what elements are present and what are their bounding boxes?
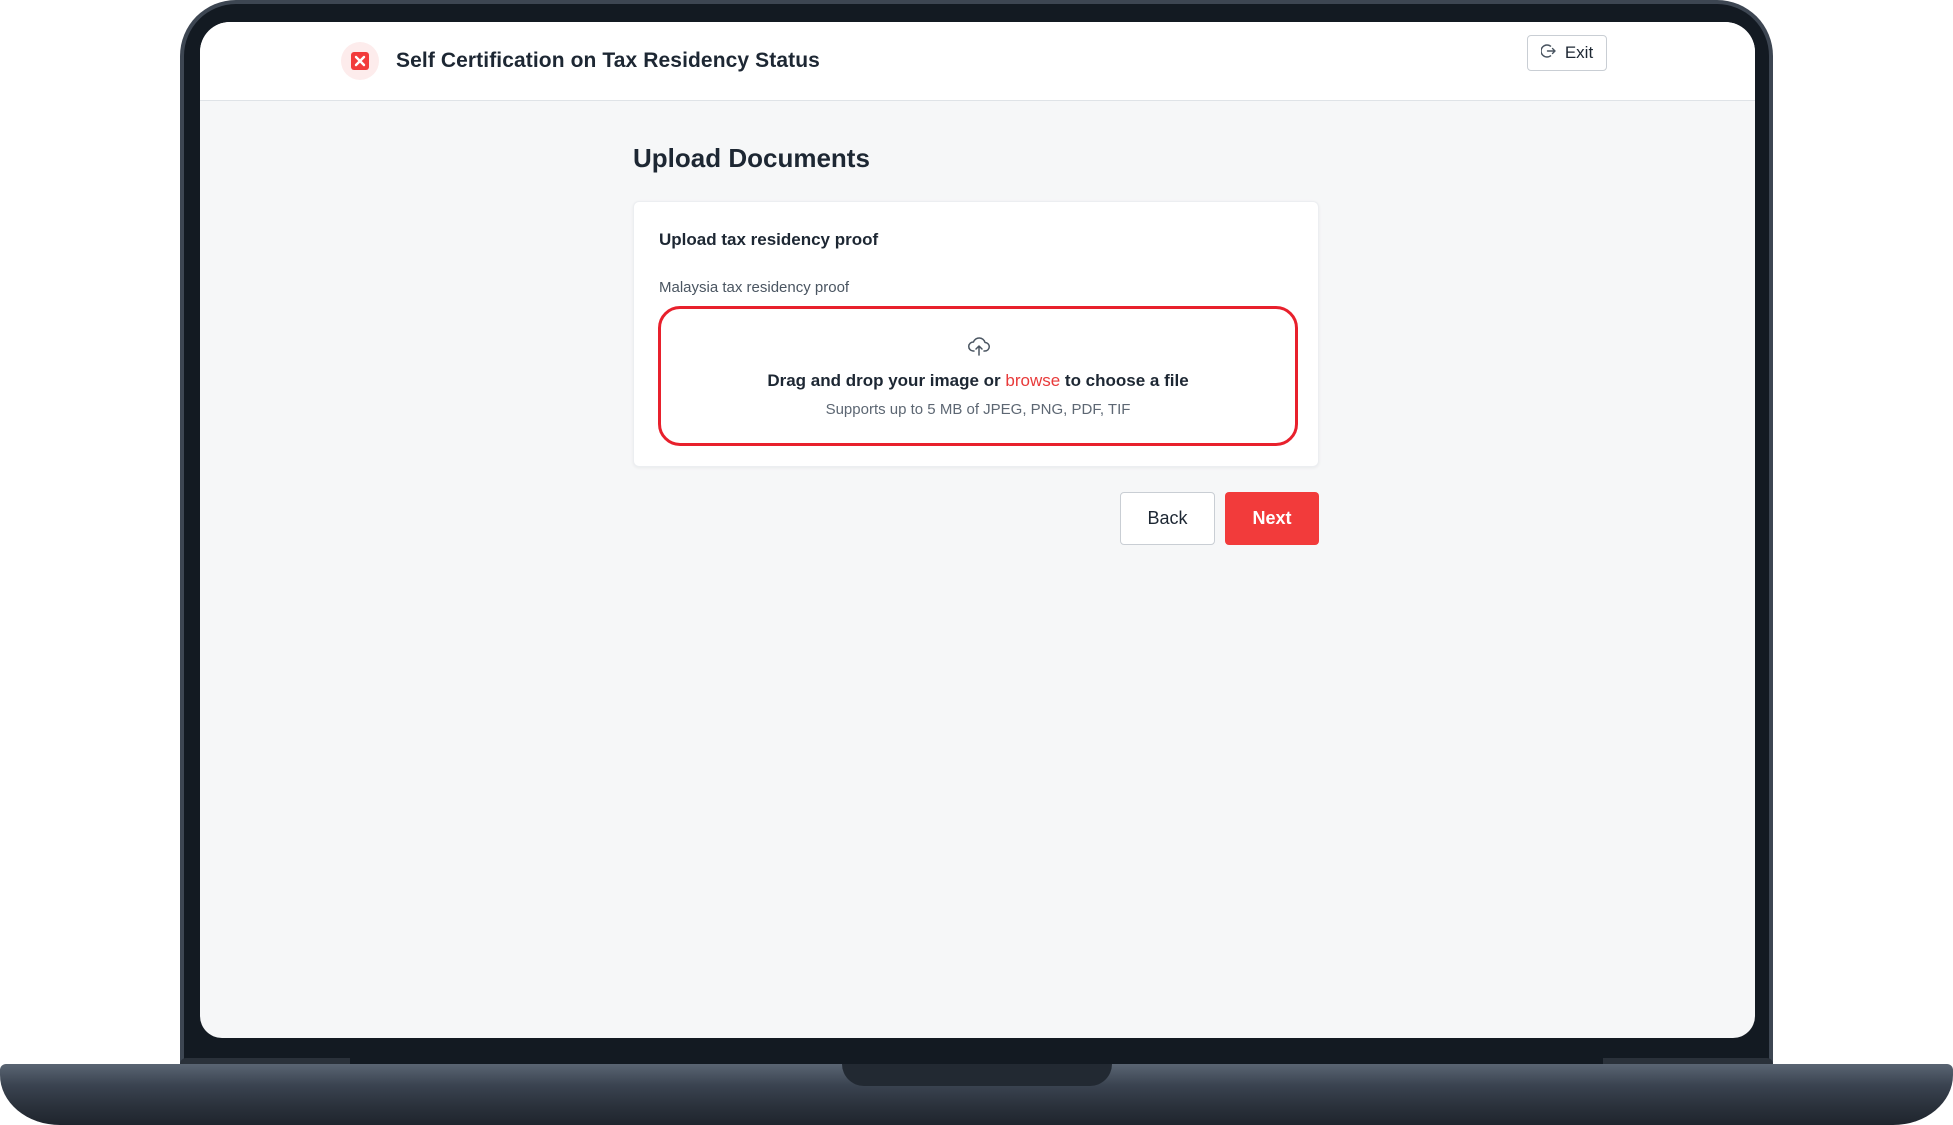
- cloud-upload-icon: [967, 335, 991, 357]
- x-badge-icon: [341, 42, 379, 80]
- logout-icon: [1540, 43, 1557, 64]
- page-title: Upload Documents: [633, 143, 870, 173]
- laptop-mockup: Self Certification on Tax Residency Stat…: [0, 0, 1953, 1125]
- dropzone-text-after: to choose a file: [1060, 371, 1189, 390]
- next-button[interactable]: Next: [1225, 492, 1319, 545]
- laptop-notch: [842, 1064, 1112, 1086]
- browse-link[interactable]: browse: [1005, 371, 1060, 390]
- file-dropzone[interactable]: Drag and drop your image or browse to ch…: [658, 306, 1298, 446]
- back-button[interactable]: Back: [1120, 492, 1215, 545]
- exit-label: Exit: [1564, 43, 1594, 62]
- dropzone-instructions: Drag and drop your image or browse to ch…: [661, 369, 1295, 393]
- app-header: Self Certification on Tax Residency Stat…: [200, 22, 1755, 101]
- field-label: Malaysia tax residency proof: [659, 279, 850, 296]
- app-title: Self Certification on Tax Residency Stat…: [396, 49, 820, 72]
- dropzone-supported-formats: Supports up to 5 MB of JPEG, PNG, PDF, T…: [825, 401, 1131, 418]
- dropzone-text-before: Drag and drop your image or: [767, 371, 1006, 390]
- exit-button[interactable]: Exit: [1527, 35, 1607, 71]
- card-title: Upload tax residency proof: [659, 230, 879, 249]
- app-screen: Self Certification on Tax Residency Stat…: [200, 22, 1755, 1038]
- upload-card: Upload tax residency proof Malaysia tax …: [633, 201, 1319, 467]
